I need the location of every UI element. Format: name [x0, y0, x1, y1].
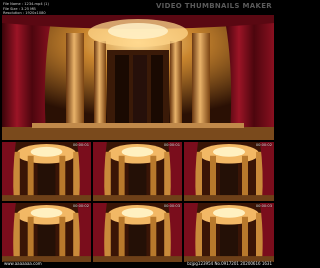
maker-label: VIDEO THUMBNAILS MAKER	[155, 2, 272, 10]
thumbnail-1[interactable]: 00:00:01	[2, 142, 91, 201]
thumbnail-image	[184, 142, 274, 201]
thumbnail-3[interactable]: 00:00:02	[184, 142, 274, 201]
timestamp: 00:00:02	[72, 204, 89, 208]
main-preview[interactable]	[2, 15, 274, 140]
thumbnail-5[interactable]: 00:00:03	[93, 203, 182, 262]
timestamp: 00:00:01	[163, 143, 180, 147]
thumbnail-6[interactable]: 00:00:03	[184, 203, 274, 262]
timestamp: 00:00:03	[255, 204, 272, 208]
thumbnail-sheet: File Name : 1234.mp4 (1) File Size : 3.2…	[0, 0, 276, 268]
timestamp: 00:00:03	[163, 204, 180, 208]
thumbnail-image	[2, 203, 91, 262]
thumbnail-image	[93, 203, 182, 262]
thumbnail-image	[184, 203, 274, 262]
thumbnail-4[interactable]: 00:00:02	[2, 203, 91, 262]
timestamp: 00:00:01	[72, 143, 89, 147]
right-watermark: bzjpg123954 No.0917201 20200616 1631	[186, 261, 273, 266]
thumbnail-image	[2, 142, 91, 201]
left-watermark: www.aaaaaaa.com	[3, 261, 43, 266]
timestamp: 00:00:02	[255, 143, 272, 147]
stage-scene-image	[2, 15, 274, 140]
thumbnail-image	[93, 142, 182, 201]
thumbnail-2[interactable]: 00:00:01	[93, 142, 182, 201]
